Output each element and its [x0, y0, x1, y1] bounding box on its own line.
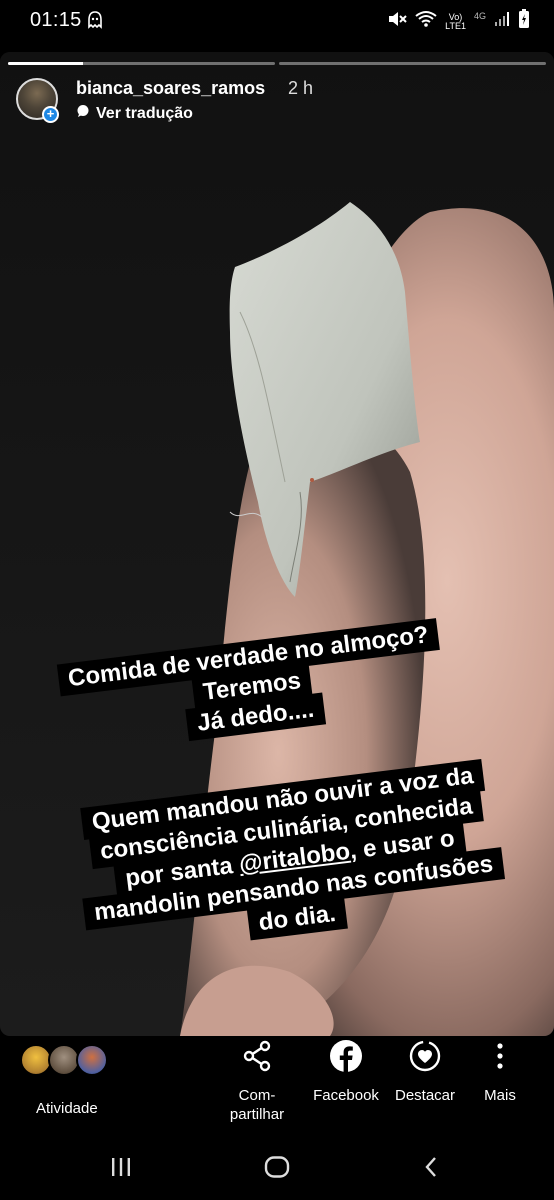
back-icon [423, 1156, 439, 1183]
speech-bubble-icon [76, 104, 90, 123]
wifi-icon [415, 10, 437, 33]
volte-bottom: LTE1 [445, 20, 466, 31]
status-bar: 01:15 Vo) LTE1 4G [0, 0, 554, 42]
home-button[interactable] [262, 1154, 292, 1184]
share-label: Com-partilhar [212, 1086, 302, 1124]
status-icons: Vo) LTE1 4G [387, 9, 530, 34]
story-header: + bianca_soares_ramos 2 h Ver tradução [16, 76, 538, 136]
share-label-line: Com- [238, 1087, 276, 1104]
volte-indicator: Vo) LTE1 [445, 12, 466, 31]
back-button[interactable] [416, 1154, 446, 1184]
status-time: 01:15 [30, 9, 82, 31]
mute-icon [387, 10, 407, 33]
home-icon [264, 1155, 290, 1183]
translate-button[interactable]: Ver tradução [76, 104, 193, 123]
viewer-avatar [76, 1044, 108, 1076]
activity-label: Atividade [36, 1100, 98, 1117]
facebook-button[interactable]: Facebook [301, 1036, 391, 1105]
share-icon [212, 1036, 302, 1076]
translate-label: Ver tradução [96, 104, 193, 122]
system-navigation-bar [0, 1136, 554, 1200]
signal-icon [494, 11, 510, 32]
vertical-dots-icon [455, 1036, 545, 1076]
activity-button[interactable]: Atividade [20, 1040, 120, 1117]
network-type: 4G [473, 10, 486, 21]
share-label-line: partilhar [229, 1106, 285, 1123]
facebook-label: Facebook [313, 1087, 379, 1104]
username[interactable]: bianca_soares_ramos [76, 78, 265, 99]
more-button[interactable]: Mais [455, 1036, 545, 1105]
share-button[interactable]: Com-partilhar [212, 1036, 302, 1124]
add-story-badge[interactable]: + [42, 106, 59, 123]
progress-segment [279, 62, 546, 65]
recents-icon [110, 1157, 132, 1182]
viewer-avatars [20, 1040, 120, 1080]
more-label: Mais [484, 1087, 516, 1104]
progress-segment [8, 62, 275, 65]
recents-button[interactable] [106, 1154, 136, 1184]
facebook-icon [301, 1036, 391, 1076]
post-time: 2 h [288, 78, 314, 98]
story-actions-bar: Atividade Com-partilhar Facebook Destaca… [0, 1036, 554, 1136]
ghost-icon [86, 10, 104, 35]
battery-icon [518, 9, 530, 34]
story-viewer[interactable]: + bianca_soares_ramos 2 h Ver tradução C… [0, 52, 554, 1036]
story-progress [8, 62, 546, 65]
